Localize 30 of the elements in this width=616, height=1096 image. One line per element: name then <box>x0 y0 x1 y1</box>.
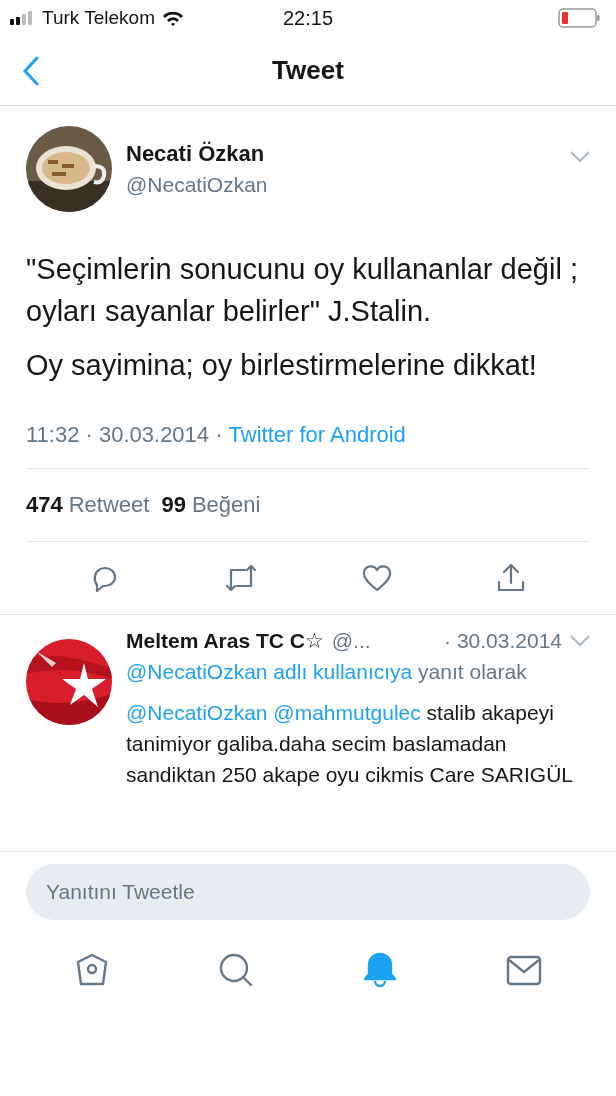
page-title: Tweet <box>272 55 344 86</box>
stat-label[interactable]: Retweet <box>68 492 150 518</box>
reply-date: · 30.03.2014 <box>444 629 562 653</box>
source-link[interactable]: Twitter for Android <box>228 422 406 448</box>
tweet-timestamp: 11:32 · 30.03.2014 · <box>26 422 223 448</box>
stat-count[interactable]: 99 <box>161 492 186 518</box>
bell-icon[interactable] <box>362 952 398 988</box>
tweet-text: "Seçimlerin sonucunu oy kullananlar değil ; oyları sayanlar belirler" J.Stalin. <box>26 252 579 329</box>
heart-icon[interactable] <box>361 562 393 594</box>
back-icon[interactable] <box>22 56 40 86</box>
clock: 22:15 <box>282 6 334 30</box>
battery-icon <box>558 8 600 28</box>
mention-link[interactable]: @NecatiOzkan adlı kullanıcıya <box>126 660 413 683</box>
author-name[interactable]: Meltem Aras TC C☆ <box>126 629 324 653</box>
tweet-text: Oy sayimina; oy birlestirmelerine dikkat! <box>26 348 538 383</box>
share-icon[interactable] <box>495 562 527 594</box>
carrier-name: Turk Telekom <box>42 7 155 29</box>
wifi-icon <box>161 10 185 26</box>
author-handle[interactable]: @... <box>331 629 371 653</box>
stat-count[interactable]: 474 <box>26 492 63 518</box>
reply-context: @NecatiOzkan adlı kullanıcıya yanıt olarak <box>126 659 528 685</box>
stat-label[interactable]: Beğeni <box>191 492 261 518</box>
home-icon[interactable] <box>74 952 110 988</box>
author-handle[interactable]: @NecatiOzkan <box>126 173 556 197</box>
reply-field[interactable]: Yanıtını Tweetle <box>26 864 590 920</box>
mention-link[interactable]: @NecatiOzkan @mahmutgulec <box>126 701 421 724</box>
retweet-icon[interactable] <box>223 562 259 594</box>
reply-text: @NecatiOzkan @mahmutgulec stalib akapeyi tanimiyor galiba.daha secim baslamadan sandiktan 250 akape oyu cikmis Care SARIGÜL <box>126 700 575 788</box>
search-icon[interactable] <box>218 952 254 988</box>
author-name[interactable]: Necati Özkan <box>126 141 556 167</box>
